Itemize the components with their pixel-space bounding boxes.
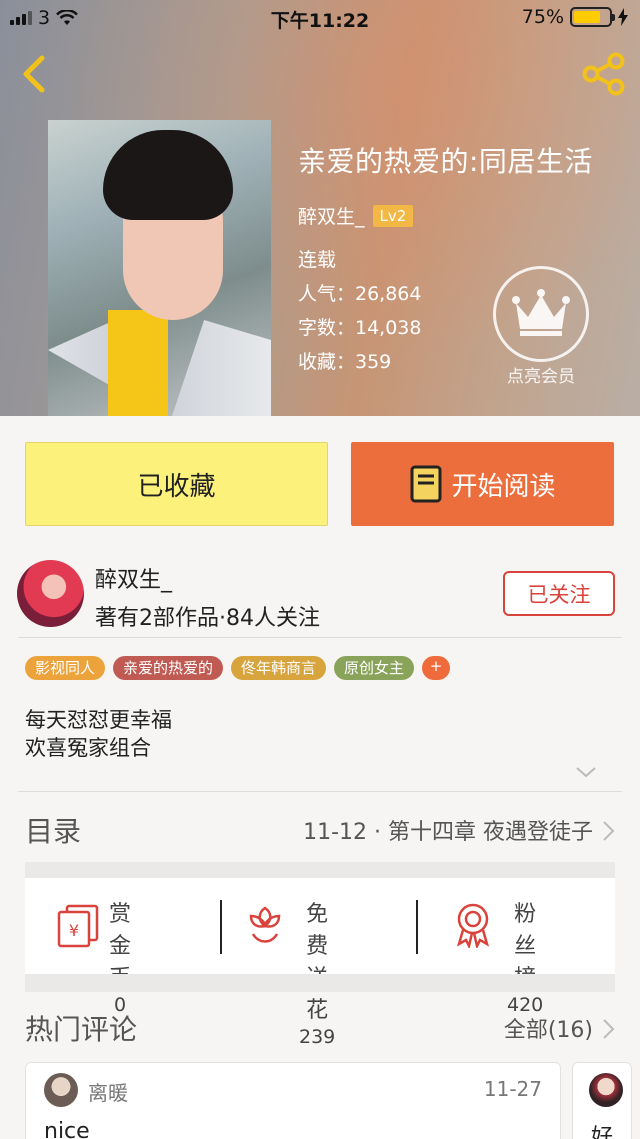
chevron-right-icon [603, 821, 615, 841]
coin-reward-icon: ¥ [57, 904, 99, 948]
author-level-badge: Lv2 [372, 204, 414, 227]
comment-date: 11-27 [483, 1077, 542, 1101]
follow-button[interactable]: 已关注 [503, 571, 615, 616]
all-comments-link[interactable]: 全部(16) [504, 1012, 593, 1044]
start-reading-label: 开始阅读 [451, 471, 556, 502]
svg-text:¥: ¥ [69, 921, 79, 940]
tag-chip[interactable]: 佟年韩商言 [231, 656, 327, 680]
commenter-name: 离暖 [88, 1081, 128, 1105]
battery-percent: 75% [521, 6, 564, 28]
tag-chip[interactable]: 原创女主 [334, 656, 415, 680]
divider [18, 637, 622, 638]
back-button[interactable] [16, 54, 52, 94]
book-description: 每天怼怼更幸福 欢喜冤家组合 [25, 706, 172, 762]
hot-comments-title: 热门评论 [25, 1013, 138, 1046]
comment-card[interactable]: 离暖 11-27 nice [25, 1062, 561, 1139]
latest-chapter: 11-12 · 第十四章 夜遇登徒子 [303, 820, 593, 845]
start-reading-button[interactable]: 开始阅读 [351, 442, 614, 526]
commenter-avatar[interactable] [589, 1073, 623, 1107]
chevron-right-icon [603, 1019, 615, 1039]
section-gap [25, 974, 615, 992]
description-line: 每天怼怼更幸福 [25, 708, 172, 732]
author-stats: 著有2部作品·84人关注 [95, 606, 320, 631]
commenter-avatar[interactable] [44, 1073, 78, 1107]
battery-icon [570, 7, 615, 27]
book-header: 3 下午11:22 75% 亲爱的热爱的:同居生活 醉双生_ Lv2 连载 人气… [0, 0, 640, 416]
share-button[interactable] [580, 52, 628, 96]
chevron-left-icon [23, 55, 45, 93]
tag-chip[interactable]: 亲爱的热爱的 [113, 656, 224, 680]
favorite-button[interactable]: 已收藏 [25, 442, 328, 526]
share-icon [582, 52, 625, 96]
tag-list: 影视同人 亲爱的热爱的 佟年韩商言 原创女主 + [25, 656, 451, 680]
favorite-label: 已收藏 [137, 471, 216, 502]
flower-icon [249, 906, 281, 943]
charging-icon [618, 8, 628, 26]
author-name[interactable]: 醉双生_ [95, 562, 172, 594]
hot-comments-header: 热门评论 全部(16) [25, 1000, 615, 1060]
divider [416, 900, 418, 954]
description-line: 欢喜冤家组合 [25, 736, 151, 760]
table-of-contents-row[interactable]: 目录 11-12 · 第十四章 夜遇登徒子 [25, 792, 615, 862]
divider [220, 900, 222, 954]
book-icon [410, 465, 442, 503]
book-cover [48, 120, 271, 416]
add-tag-button[interactable]: + [422, 656, 451, 680]
follow-label: 已关注 [527, 582, 591, 607]
book-author[interactable]: 醉双生_ [298, 202, 365, 229]
book-title: 亲爱的热爱的:同居生活 [298, 145, 593, 178]
vip-label: 点亮会员 [507, 367, 575, 387]
status-bar: 3 下午11:22 75% [0, 0, 640, 36]
toc-label: 目录 [25, 815, 82, 848]
comment-card[interactable]: 好 [572, 1062, 632, 1139]
crown-icon [512, 289, 570, 336]
author-card: 醉双生_ 著有2部作品·84人关注 已关注 [0, 556, 640, 636]
comment-text: 好 [591, 1125, 614, 1139]
vip-badge[interactable]: 点亮会员 [491, 266, 591, 387]
tag-chip[interactable]: 影视同人 [25, 656, 106, 680]
comment-text: nice [44, 1119, 90, 1139]
chevron-down-icon [576, 767, 596, 778]
support-stats: ¥ 赏金币 0 免费送花 239 粉丝榜 420 [25, 878, 615, 1048]
expand-description-button[interactable] [575, 764, 597, 783]
author-avatar[interactable] [17, 560, 84, 627]
medal-icon [456, 903, 490, 948]
